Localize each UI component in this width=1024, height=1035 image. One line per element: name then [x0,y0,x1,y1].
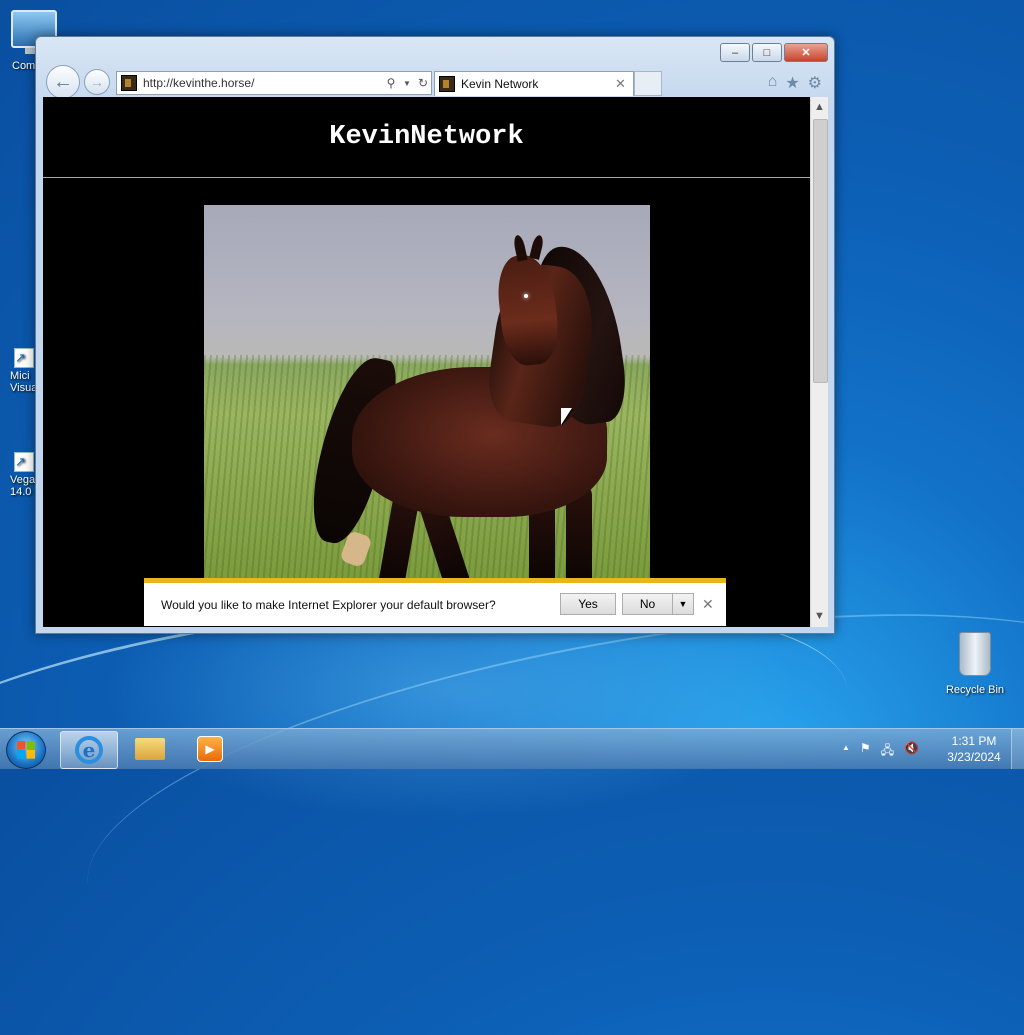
tab-favicon-icon [439,76,455,92]
search-icon[interactable]: ⚲ [383,76,399,90]
taskbar-file-explorer[interactable] [122,731,178,767]
scroll-down-arrow-icon[interactable]: ▼ [811,608,828,625]
close-button[interactable]: ✕ [784,43,828,62]
clock-time: 1:31 PM [951,734,997,748]
volume-muted-icon[interactable]: 🔇 [904,741,919,762]
windows-logo-icon [17,741,35,759]
window-caption-buttons: – □ ✕ [720,43,828,62]
taskbar: e ▶ ▲ ⚑ 🖧 🔇 1:31 PM 3/23/2024 [0,728,1024,769]
scroll-thumb[interactable] [813,119,828,383]
browser-window: – □ ✕ ← → http://kevinthe.horse/ ⚲ ▼ ↻ K… [35,36,835,634]
internet-explorer-icon: e [75,736,103,764]
default-browser-notification: Would you like to make Internet Explorer… [144,578,726,626]
address-url[interactable]: http://kevinthe.horse/ [143,76,383,90]
refresh-icon[interactable]: ↻ [415,76,431,90]
horse-photo[interactable] [204,205,650,585]
header-divider [43,177,810,178]
favorites-star-icon[interactable]: ★ [785,73,799,93]
dropdown-arrow-icon[interactable]: ▼ [399,79,415,88]
forward-button[interactable]: → [84,69,110,95]
notification-message: Would you like to make Internet Explorer… [161,598,496,612]
shortcut-icon: ↗ [14,348,34,368]
show-hidden-icons-icon[interactable]: ▲ [842,741,850,762]
clock-date: 3/23/2024 [947,750,1001,764]
taskbar-media-player[interactable]: ▶ [182,731,238,767]
start-button[interactable] [6,731,46,769]
web-page-content: KevinNetwork [43,97,810,627]
tab-kevin-network[interactable]: Kevin Network ✕ [434,71,634,96]
shortcut-icon: ↗ [14,452,34,472]
address-bar[interactable]: http://kevinthe.horse/ ⚲ ▼ ↻ [116,71,432,95]
system-tray: ▲ ⚑ 🖧 🔇 [842,741,919,762]
no-button[interactable]: No [622,593,672,615]
taskbar-internet-explorer[interactable]: e [60,731,118,769]
folder-icon [135,738,165,760]
back-button[interactable]: ← [46,65,80,99]
media-player-icon: ▶ [197,736,223,762]
desktop-icon-label: Recycle Bin [945,684,1005,696]
notification-close-icon[interactable]: ✕ [702,596,714,613]
minimize-button[interactable]: – [720,43,750,62]
vertical-scrollbar[interactable]: ▲ ▼ [810,97,828,627]
yes-button[interactable]: Yes [560,593,616,615]
home-icon[interactable]: ⌂ [768,73,778,93]
page-title: KevinNetwork [329,122,524,152]
show-desktop-button[interactable] [1011,729,1024,769]
new-tab-button[interactable] [634,71,662,96]
action-center-flag-icon[interactable]: ⚑ [860,741,871,762]
maximize-button[interactable]: □ [752,43,782,62]
scroll-up-arrow-icon[interactable]: ▲ [811,99,828,116]
tab-close-icon[interactable]: ✕ [615,76,633,92]
site-favicon-icon [121,75,137,91]
taskbar-clock[interactable]: 1:31 PM 3/23/2024 [934,733,1014,765]
settings-gear-icon[interactable]: ⚙ [808,73,822,93]
no-options-dropdown-icon[interactable]: ▼ [672,593,694,615]
desktop-icon-recycle-bin[interactable]: Recycle Bin [940,632,1010,696]
recycle-bin-icon [959,632,991,676]
tab-title: Kevin Network [461,77,539,91]
mouse-cursor-icon [561,408,572,425]
network-icon[interactable]: 🖧 [881,741,894,762]
browser-tools: ⌂ ★ ⚙ [768,73,822,93]
